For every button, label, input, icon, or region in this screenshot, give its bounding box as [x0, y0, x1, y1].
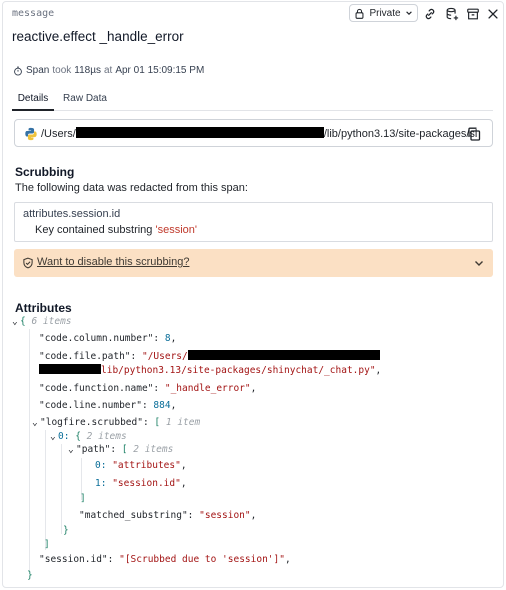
copy-icon[interactable] — [466, 126, 482, 142]
collapse-toggle[interactable]: ⌄ — [32, 417, 40, 428]
collapse-toggle[interactable]: ⌄ — [12, 316, 20, 327]
archive-icon[interactable] — [465, 6, 481, 22]
tab-details[interactable]: Details — [12, 89, 54, 111]
json-root-close: } — [27, 570, 33, 581]
tab-raw-data[interactable]: Raw Data — [61, 89, 109, 111]
json-line-path-0: 0: "attributes", — [95, 460, 187, 471]
add-to-dataset-icon[interactable] — [444, 6, 460, 22]
scrubbed-item: attributes.session.id Key contained subs… — [14, 202, 493, 242]
collapse-toggle[interactable]: ⌄ — [68, 444, 76, 455]
json-line-file-path: "code.file.path": "/Users/ — [39, 350, 380, 362]
scrubbed-reason-prefix: Key contained substring — [35, 224, 153, 236]
json-line-session-id: "session.id": "[Scrubbed due to 'session… — [39, 554, 291, 565]
span-title: reactive.effect _handle_error — [12, 29, 184, 44]
json-line-path-1: 1: "session.id", — [95, 478, 187, 489]
span-duration: 118µs — [74, 65, 101, 76]
file-path-end: /lib/python3.13/site-packages/sl — [323, 128, 478, 140]
scrubbing-description: The following data was redacted from thi… — [15, 182, 248, 194]
json-line-column-number: "code.column.number": 8, — [39, 333, 177, 344]
json-root-open[interactable]: ⌄{ 6 items — [12, 316, 72, 327]
scrubbed-key: attributes.session.id — [23, 208, 121, 220]
json-line-path[interactable]: ⌄ "path": [ 2 items — [68, 444, 173, 455]
took-label: took — [52, 65, 72, 76]
disable-scrubbing-banner[interactable]: Want to disable this scrubbing? — [14, 249, 493, 277]
chevron-down-icon[interactable] — [473, 257, 485, 269]
json-line-array-close: ] — [44, 539, 50, 550]
close-icon[interactable] — [485, 6, 501, 22]
span-details-panel: message Private reactive.effect _handle_… — [2, 1, 504, 588]
chevron-down-icon — [405, 11, 412, 15]
stopwatch-icon — [14, 66, 22, 76]
lock-icon — [355, 8, 364, 19]
panel-kind-label: message — [12, 8, 55, 19]
privacy-label: Private — [369, 7, 401, 19]
attributes-heading: Attributes — [15, 301, 72, 315]
privacy-dropdown[interactable]: Private — [349, 4, 418, 22]
json-line-matched-substring: "matched_substring": "session", — [79, 510, 257, 521]
file-path-start: /Users/ — [41, 128, 76, 140]
tree-guide — [29, 329, 30, 571]
tree-guide — [61, 444, 62, 534]
scrubbed-reason: Key contained substring 'session' — [35, 224, 197, 236]
redacted-block — [187, 350, 380, 360]
python-icon — [25, 127, 37, 141]
json-line-object-close: } — [63, 525, 69, 536]
scrubbing-heading: Scrubbing — [15, 165, 75, 179]
json-line-file-path-cont: lib/python3.13/site-packages/shinychat/_… — [39, 364, 381, 376]
json-line-index-0[interactable]: ⌄ 0: { 2 items — [50, 431, 127, 442]
redacted-block — [75, 127, 324, 138]
tree-guide — [45, 430, 46, 550]
span-timestamp: Apr 01 15:09:15 PM — [115, 65, 205, 76]
collapse-toggle[interactable]: ⌄ — [50, 431, 58, 442]
json-line-function-name: "code.function.name": "_handle_error", — [39, 383, 257, 394]
json-line-path-close: ] — [80, 493, 86, 504]
tab-bar: Details Raw Data — [12, 89, 493, 111]
file-path-bar[interactable]: /Users/ /lib/python3.13/site-packages/sl — [14, 119, 493, 147]
shield-check-icon — [23, 257, 33, 269]
at-label: at — [103, 65, 113, 76]
json-line-logfire-scrubbed[interactable]: ⌄ "logfire.scrubbed": [ 1 item — [32, 417, 200, 428]
span-info: Span took 118µs at Apr 01 15:09:15 PM — [13, 65, 204, 76]
span-word: Span — [26, 65, 50, 76]
redacted-block — [39, 364, 101, 374]
file-path-text: /Users/ /lib/python3.13/site-packages/sl — [41, 127, 477, 140]
json-line-line-number: "code.line.number": 884, — [39, 400, 177, 411]
scrubbed-reason-value: 'session' — [155, 224, 197, 236]
copy-link-icon[interactable] — [422, 6, 438, 22]
disable-scrubbing-link[interactable]: Want to disable this scrubbing? — [37, 256, 189, 268]
